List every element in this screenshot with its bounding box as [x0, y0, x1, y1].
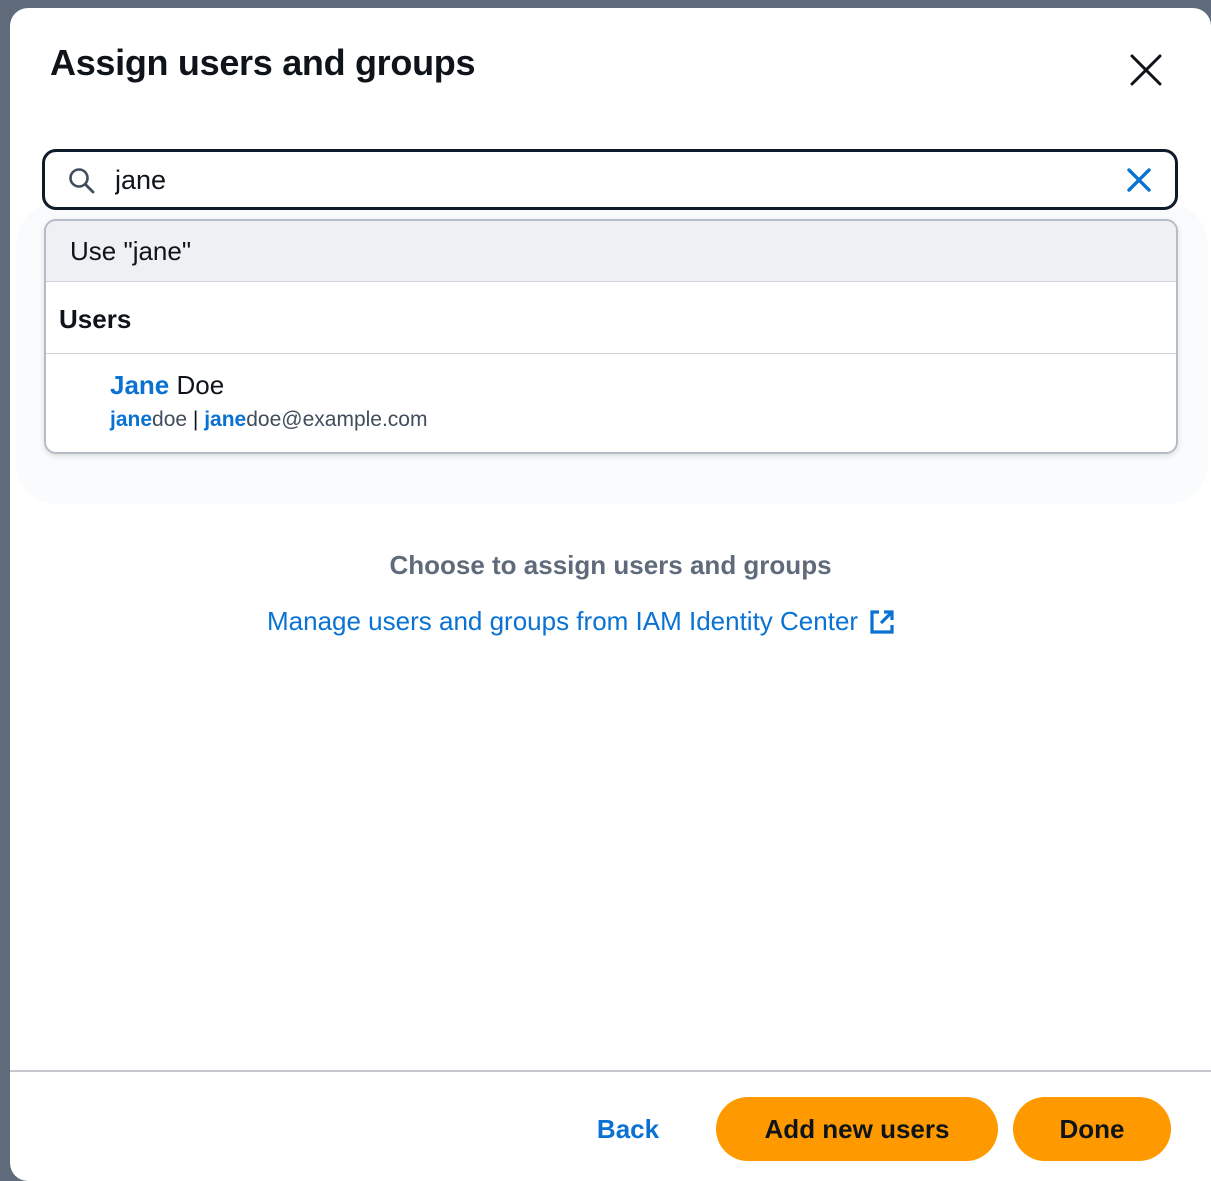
manage-identity-center-link[interactable]: Manage users and groups from IAM Identit… [267, 606, 896, 637]
email-rest: doe@example.com [246, 408, 428, 431]
use-query-option[interactable]: Use "jane" [46, 221, 1176, 282]
close-button[interactable] [1124, 48, 1168, 92]
email-match-highlight: jane [204, 408, 247, 431]
user-option-name: Jane Doe [110, 370, 224, 401]
search-input[interactable] [115, 160, 1095, 200]
external-link-icon [870, 609, 894, 634]
clear-icon [1127, 168, 1151, 192]
close-icon [1130, 54, 1162, 86]
user-option-details: janedoe | janedoe@example.com [110, 408, 427, 432]
username-match-highlight: jane [110, 408, 153, 431]
group-header-users: Users [46, 282, 1176, 354]
manage-link-label: Manage users and groups from IAM Identit… [267, 606, 859, 636]
user-option-jane-doe[interactable]: Jane Doe janedoe | janedoe@example.com [46, 354, 1176, 452]
search-icon [69, 168, 95, 194]
clear-search-button[interactable] [1122, 163, 1156, 197]
backdrop-edge [0, 0, 10, 1181]
search-suggestions-dropdown: Use "jane" Users Jane Doe janedoe | jane… [44, 219, 1178, 454]
assign-users-modal: Assign users and groups Use "jane" Users [10, 8, 1211, 1181]
name-match-highlight: Jane [110, 370, 170, 400]
name-rest: Doe [169, 370, 225, 400]
modal-title: Assign users and groups [50, 42, 476, 83]
group-header-label: Users [59, 304, 132, 334]
empty-state-title: Choose to assign users and groups [389, 550, 832, 580]
use-query-label: Use "jane" [70, 236, 192, 266]
username-rest: doe [152, 408, 188, 431]
footer-divider [10, 1070, 1211, 1072]
back-button[interactable]: Back [582, 1097, 674, 1161]
done-button[interactable]: Done [1013, 1097, 1171, 1161]
detail-separator: | [187, 408, 205, 431]
search-field[interactable] [42, 149, 1178, 210]
add-new-users-button[interactable]: Add new users [716, 1097, 998, 1161]
